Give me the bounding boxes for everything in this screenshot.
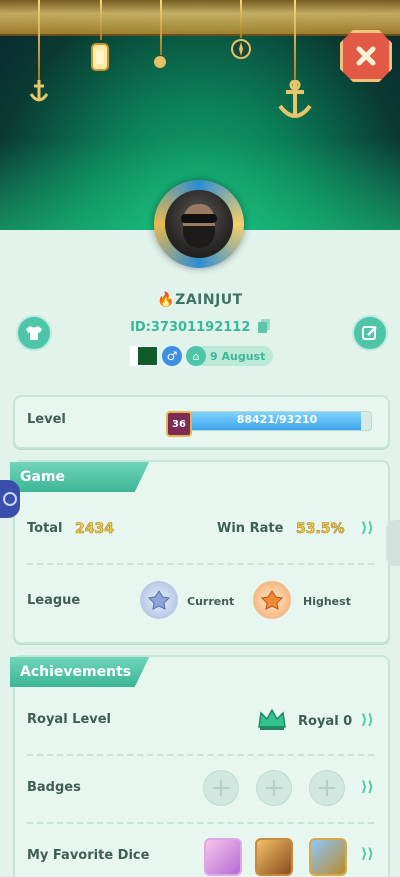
total-label: Total — [27, 521, 63, 536]
player-id: ID:37301192112 — [0, 319, 400, 335]
total-value: 2434 — [75, 521, 115, 538]
cake-icon: ⌂ — [186, 346, 206, 366]
anchor-icon — [29, 80, 49, 102]
shirt-icon — [26, 326, 42, 340]
player-id-text: ID:37301192112 — [130, 320, 251, 335]
achievements-section-tab: Achievements — [10, 657, 150, 687]
favorite-dice-chevron-icon[interactable]: ⟩⟩ — [361, 846, 374, 862]
copy-icon[interactable] — [257, 319, 270, 333]
avatar-frame[interactable] — [154, 180, 244, 268]
level-label: Level — [27, 412, 66, 427]
edit-profile-button[interactable] — [352, 315, 388, 351]
current-league-icon[interactable] — [140, 581, 178, 619]
badge-slot-add-icon[interactable]: + — [203, 770, 239, 806]
badge-slot-add-icon[interactable]: + — [309, 770, 345, 806]
highest-league-label: Highest — [303, 595, 351, 608]
favorite-dice-1-icon[interactable] — [204, 838, 242, 876]
favorite-dice-2-icon[interactable] — [255, 838, 293, 876]
royal-level-chevron-icon[interactable]: ⟩⟩ — [361, 712, 374, 728]
league-label: League — [27, 593, 81, 608]
gender-male-icon: ♂ — [162, 346, 182, 366]
anchor-icon — [278, 80, 312, 118]
target-icon — [3, 492, 17, 506]
anchor-chain — [294, 0, 296, 85]
crown-icon — [258, 708, 286, 730]
outfit-button[interactable] — [16, 315, 52, 351]
badges-chevron-icon[interactable]: ⟩⟩ — [361, 779, 374, 795]
profile-info-row: ♂ ⌂ 9 August — [130, 345, 274, 367]
badges-label: Badges — [27, 780, 81, 795]
gold-ornament-border — [0, 0, 400, 36]
edit-icon — [362, 326, 377, 340]
compass-chain — [240, 0, 242, 38]
compass-icon — [231, 39, 251, 59]
lantern-icon — [91, 43, 109, 71]
divider — [27, 563, 374, 565]
ornament-icon — [154, 56, 166, 68]
pakistan-flag-icon — [130, 346, 158, 366]
royal-level-label: Royal Level — [27, 712, 112, 727]
divider — [27, 754, 374, 756]
birthday-badge: ⌂ 9 August — [186, 346, 274, 366]
floating-side-button[interactable] — [0, 480, 20, 518]
level-number-badge: 36 — [166, 411, 192, 437]
close-button[interactable] — [340, 30, 392, 82]
anchor-chain — [38, 0, 40, 80]
ornament-chain — [160, 0, 162, 55]
game-stats-chevron-icon[interactable]: ⟩⟩ — [361, 520, 374, 536]
favorite-dice-label: My Favorite Dice — [27, 848, 150, 863]
game-section-tab: Game — [10, 462, 150, 492]
close-x-icon — [356, 46, 376, 66]
current-league-label: Current — [187, 595, 235, 608]
divider — [27, 822, 374, 824]
avatar — [165, 190, 233, 258]
birthday-text: 9 August — [210, 349, 266, 363]
badge-slot-add-icon[interactable]: + — [256, 770, 292, 806]
royal-level-value: Royal 0 — [298, 714, 353, 729]
highest-league-icon[interactable] — [253, 581, 291, 619]
level-progress-bar: 88421/93210 — [182, 411, 372, 431]
win-rate-value: 53.5% — [296, 521, 345, 538]
lantern-chain — [100, 0, 102, 40]
win-rate-label: Win Rate — [217, 521, 284, 536]
level-progress-text: 88421/93210 — [236, 413, 318, 426]
right-edge-handle[interactable] — [386, 520, 400, 566]
favorite-dice-3-icon[interactable] — [309, 838, 347, 876]
player-name: 🔥ZAINJUT — [157, 292, 243, 308]
